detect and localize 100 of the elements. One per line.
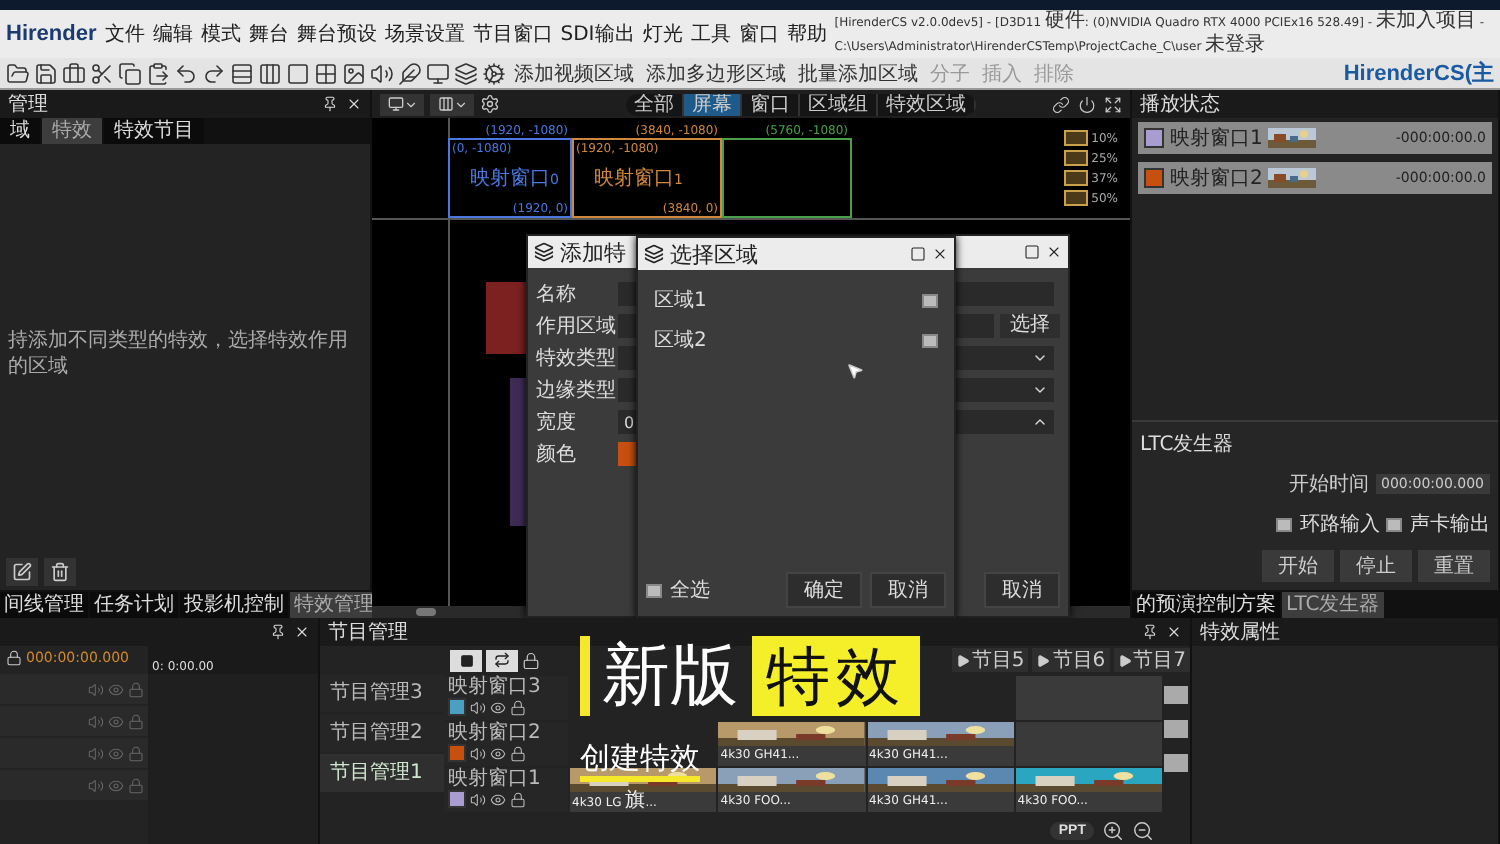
rows-icon[interactable] [230, 61, 254, 85]
square-icon[interactable] [286, 61, 310, 85]
toolbar-button[interactable]: 批量添加区域 [794, 59, 922, 87]
menu-item[interactable]: 节目窗口 [472, 20, 553, 48]
dialog-button[interactable]: 确定 [786, 572, 862, 608]
track-button[interactable] [1164, 686, 1188, 704]
menu-item[interactable]: SDI输出 [560, 20, 635, 48]
program-tab[interactable]: 节目6 [1032, 648, 1110, 672]
ltc-button[interactable]: 开始 [1262, 550, 1334, 582]
panel-tab[interactable]: 域 [0, 118, 40, 144]
eye-icon[interactable] [490, 699, 506, 715]
lock-icon[interactable] [510, 699, 526, 715]
close-icon[interactable] [932, 246, 948, 262]
panel-tab[interactable]: 特效节目 [104, 118, 204, 144]
speaker-icon[interactable] [470, 745, 486, 761]
monitor-dropdown[interactable] [380, 93, 424, 115]
panel-tab[interactable]: 投影机控制 [180, 592, 288, 618]
paste-icon[interactable] [146, 61, 170, 85]
cancel-button[interactable]: 取消 [984, 572, 1060, 608]
panel-tab[interactable]: LTC发生器 [1282, 592, 1384, 618]
panel-tab[interactable]: 特效管理 [290, 592, 378, 618]
loop-button[interactable] [486, 649, 518, 671]
eye-icon[interactable] [490, 745, 506, 761]
zoom-in-icon[interactable] [1102, 820, 1124, 842]
lock-icon[interactable] [522, 651, 540, 669]
redo-icon[interactable] [202, 61, 226, 85]
layers-icon[interactable] [454, 61, 478, 85]
panel-tab[interactable]: 任务计划 [90, 592, 178, 618]
clip-slot[interactable] [1015, 722, 1162, 766]
speaker-icon[interactable] [470, 699, 486, 715]
settings-icon[interactable] [480, 94, 500, 114]
delete-button[interactable] [44, 558, 76, 586]
toolbar-button[interactable]: 添加视频区域 [510, 59, 638, 87]
zoom-preset-icon[interactable] [1063, 150, 1088, 166]
pin-icon[interactable] [270, 624, 286, 640]
briefcase-icon[interactable] [62, 61, 86, 85]
expand-icon[interactable] [1104, 95, 1122, 113]
view-tab[interactable]: 区域组 [800, 93, 878, 115]
program-list-item[interactable]: 节目管理1 [320, 754, 444, 792]
checkbox[interactable] [646, 583, 662, 597]
zoom-preset-icon[interactable] [1063, 190, 1088, 206]
maximize-icon[interactable] [1024, 244, 1040, 260]
undo-icon[interactable] [174, 61, 198, 85]
save-icon[interactable] [34, 61, 58, 85]
lock-icon[interactable] [510, 745, 526, 761]
image-icon[interactable] [342, 61, 366, 85]
menu-item[interactable]: 灯光 [642, 20, 683, 48]
link-icon[interactable] [1052, 95, 1070, 113]
checkbox[interactable] [922, 293, 938, 307]
lock-icon[interactable] [510, 791, 526, 807]
panel-tab[interactable]: 间线管理 [0, 592, 88, 618]
program-tab[interactable]: 节目7 [1113, 648, 1190, 672]
edit-button[interactable] [6, 558, 38, 586]
menu-item[interactable]: 文件 [104, 20, 145, 48]
view-tab[interactable]: 屏幕 [684, 93, 742, 115]
clip-slot[interactable] [1015, 676, 1162, 720]
dialog-button[interactable]: 取消 [870, 572, 946, 608]
copy-icon[interactable] [118, 61, 142, 85]
zoom-preset-icon[interactable] [1063, 170, 1088, 186]
folder-icon[interactable] [6, 61, 30, 85]
menu-item[interactable]: 工具 [690, 20, 731, 48]
menu-item[interactable]: 场景设置 [384, 20, 465, 48]
panel-tab[interactable]: 特效 [42, 118, 102, 144]
menu-item[interactable]: 帮助 [786, 20, 827, 48]
ltc-button[interactable]: 停止 [1340, 550, 1412, 582]
toolbar-button[interactable]: 添加多边形区域 [642, 59, 790, 87]
choose-button[interactable]: 选择 [1000, 314, 1060, 338]
checkbox[interactable] [1386, 517, 1402, 531]
menu-item[interactable]: 舞台预设 [296, 20, 377, 48]
eye-icon[interactable] [490, 791, 506, 807]
close-icon[interactable] [1046, 244, 1062, 260]
track-button[interactable] [1164, 720, 1188, 738]
gear-icon[interactable] [482, 61, 506, 85]
lock-icon[interactable] [6, 650, 22, 666]
speaker-icon[interactable] [370, 61, 394, 85]
layout-dropdown[interactable] [430, 93, 474, 115]
menu-item[interactable]: 模式 [200, 20, 241, 48]
maximize-icon[interactable] [910, 246, 926, 262]
feather-icon[interactable] [398, 61, 422, 85]
scissors-icon[interactable] [90, 61, 114, 85]
view-tab[interactable]: 特效区域 [878, 93, 976, 115]
program-tab[interactable]: 节目5 [951, 648, 1029, 672]
menu-item[interactable]: 窗口 [738, 20, 779, 48]
checkbox[interactable] [1276, 517, 1292, 531]
power-icon[interactable] [1078, 95, 1096, 113]
columns-icon[interactable] [258, 61, 282, 85]
menu-item[interactable]: 舞台 [248, 20, 289, 48]
zoom-preset-icon[interactable] [1063, 130, 1088, 146]
pin-icon[interactable] [1142, 624, 1158, 640]
speaker-icon[interactable] [470, 791, 486, 807]
scroll-thumb[interactable] [416, 608, 436, 616]
ltc-button[interactable]: 重置 [1418, 550, 1490, 582]
zoom-out-icon[interactable] [1132, 820, 1154, 842]
menu-item[interactable]: 编辑 [152, 20, 193, 48]
monitor-icon[interactable] [426, 61, 450, 85]
stop-button[interactable] [450, 649, 482, 671]
track-button[interactable] [1164, 754, 1188, 772]
panel-tab[interactable]: 的预演控制方案 [1132, 592, 1280, 618]
pin-icon[interactable] [322, 96, 338, 112]
checkbox[interactable] [922, 333, 938, 347]
